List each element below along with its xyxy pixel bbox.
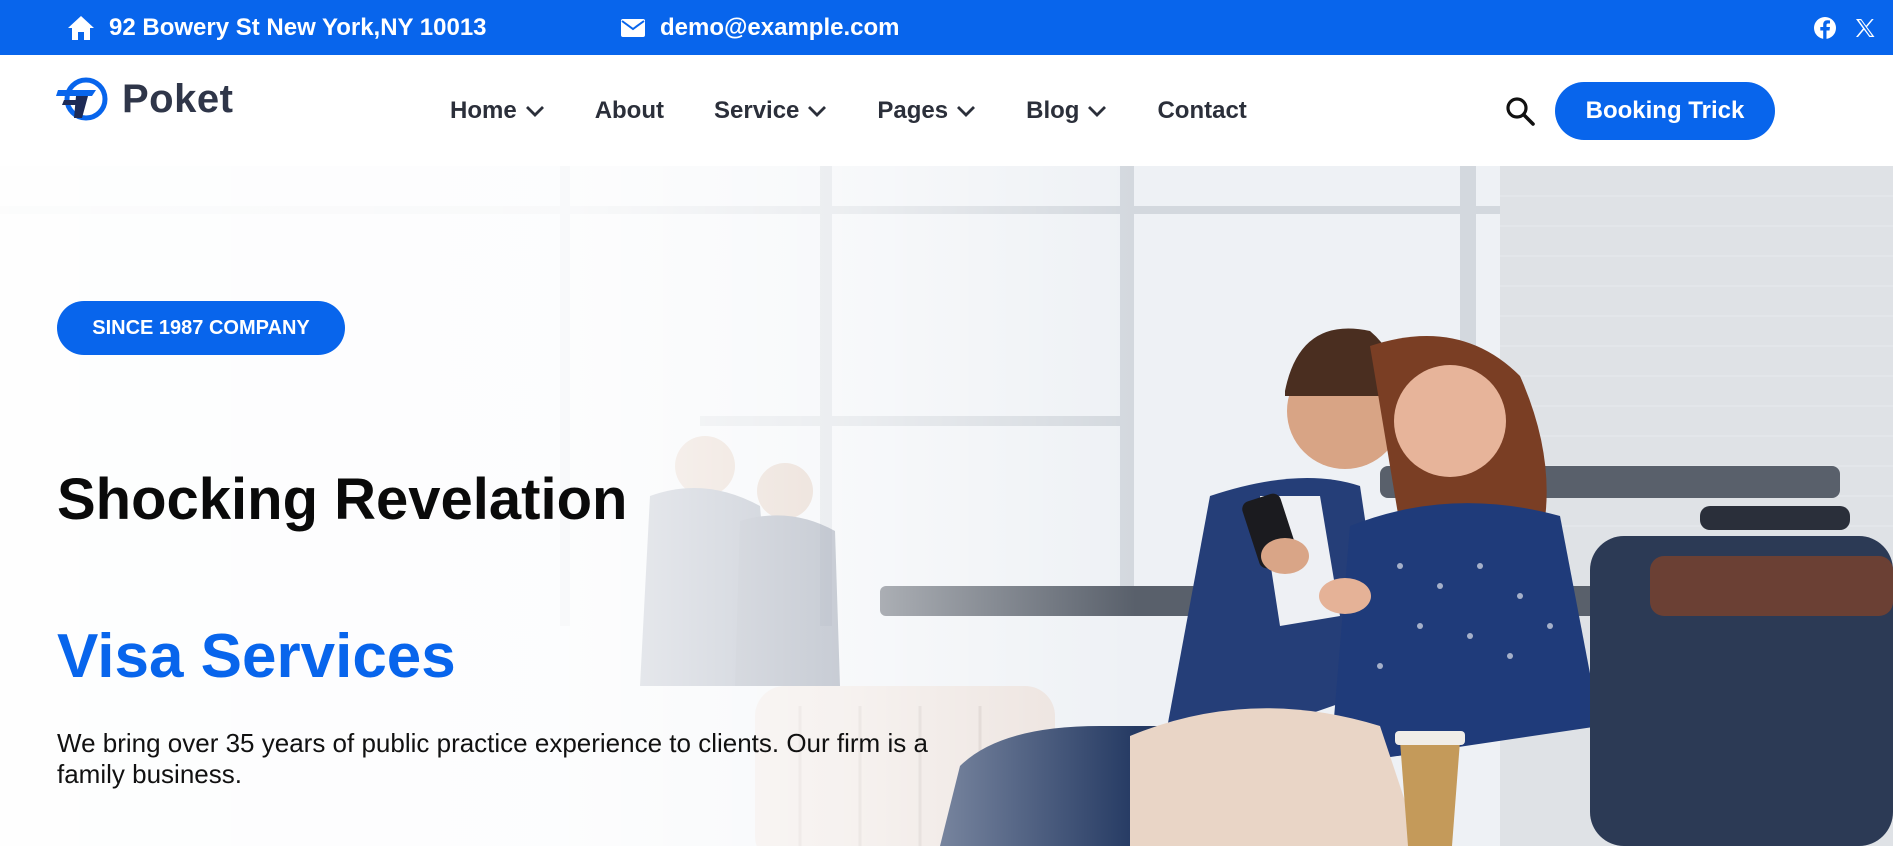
nav-label: Home: [450, 96, 517, 124]
company-badge: SINCE 1987 COMPANY: [57, 301, 345, 355]
nav-label: Pages: [877, 96, 949, 124]
nav-item-blog[interactable]: Blog: [1026, 97, 1107, 125]
facebook-link[interactable]: [1813, 0, 1837, 55]
envelope-icon: [621, 18, 645, 37]
nav-item-contact[interactable]: Contact: [1157, 97, 1246, 125]
search-icon: [1506, 97, 1535, 126]
logo[interactable]: Poket: [56, 75, 233, 123]
address-info: 92 Bowery St New York,NY 10013: [67, 0, 487, 55]
email-link[interactable]: demo@example.com: [660, 14, 899, 42]
top-bar: 92 Bowery St New York,NY 10013 demo@exam…: [0, 0, 1893, 55]
x-link[interactable]: [1854, 0, 1876, 55]
chevron-down-icon: [525, 105, 544, 117]
hero-section: SINCE 1987 COMPANY Shocking Revelation V…: [0, 166, 1893, 846]
search-button[interactable]: [1504, 95, 1536, 127]
main-header: Poket Home About Service Pages Blog Cont…: [0, 55, 1893, 166]
nav-item-service[interactable]: Service: [714, 97, 827, 125]
logo-mark-icon: [56, 77, 108, 121]
nav-label: Blog: [1026, 96, 1080, 124]
chevron-down-icon: [808, 105, 827, 117]
nav-item-about[interactable]: About: [595, 97, 664, 125]
hero-headline: Shocking Revelation: [57, 467, 628, 532]
nav-item-pages[interactable]: Pages: [877, 97, 976, 125]
hero-description: We bring over 35 years of public practic…: [57, 728, 928, 789]
chevron-down-icon: [957, 105, 976, 117]
x-icon: [1856, 18, 1875, 37]
facebook-icon: [1814, 16, 1836, 39]
nav-label: About: [594, 96, 664, 124]
main-nav: Home About Service Pages Blog Contact: [450, 55, 1297, 166]
nav-item-home[interactable]: Home: [450, 97, 545, 125]
address-text: 92 Bowery St New York,NY 10013: [109, 13, 487, 41]
logo-text: Poket: [122, 76, 234, 121]
home-icon: [68, 15, 94, 40]
nav-label: Contact: [1157, 96, 1247, 124]
chevron-down-icon: [1088, 105, 1107, 117]
email-info[interactable]: demo@example.com: [620, 0, 899, 55]
hero-subheadline: Visa Services: [57, 622, 456, 691]
booking-button[interactable]: Booking Trick: [1555, 82, 1775, 140]
nav-label: Service: [714, 96, 800, 124]
